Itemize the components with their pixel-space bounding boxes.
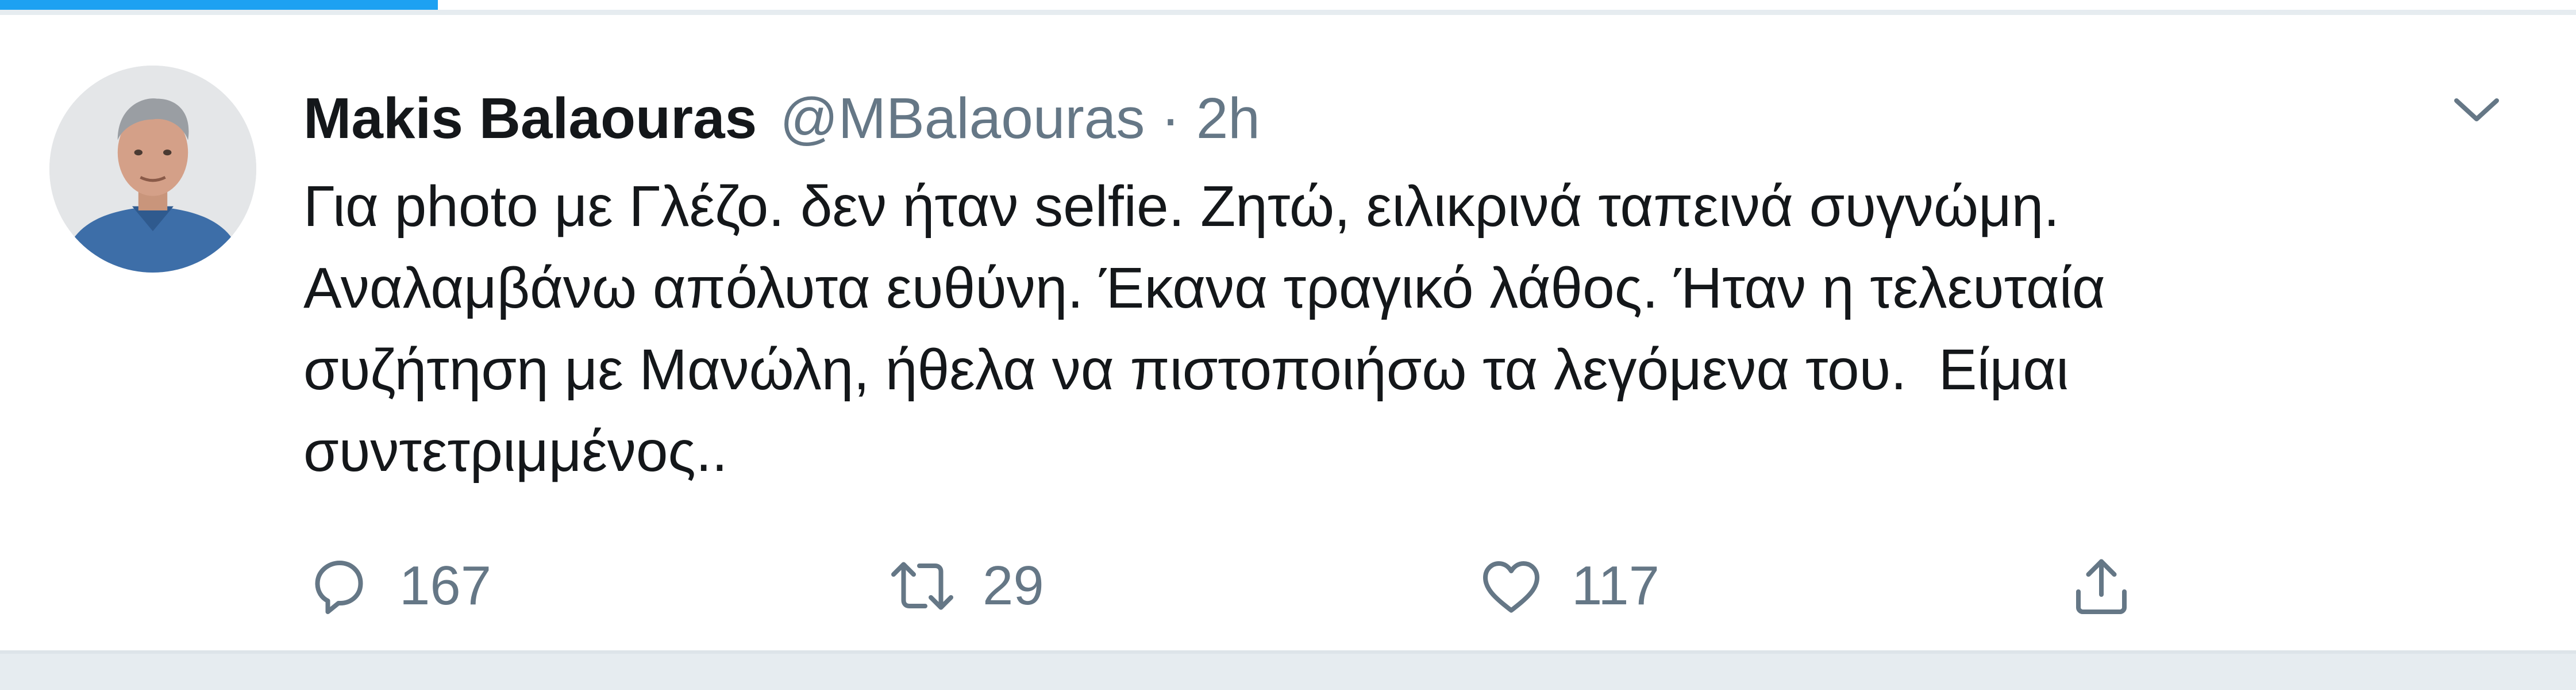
top-divider <box>0 10 2576 15</box>
tweet-menu-button[interactable] <box>2448 84 2505 136</box>
reply-button[interactable]: 167 <box>302 543 491 629</box>
tweet[interactable]: Makis Balaouras @MBalaouras · 2h Για pho… <box>0 15 2576 650</box>
tweet-timestamp[interactable]: 2h <box>1196 86 1260 152</box>
chevron-down-icon <box>2454 98 2499 121</box>
tweet-actions: 167 29 117 <box>0 543 2576 629</box>
tweet-header: Makis Balaouras @MBalaouras · 2h <box>303 72 1260 164</box>
separator-line <box>0 650 2576 654</box>
reply-count: 167 <box>399 555 492 616</box>
avatar[interactable] <box>49 66 256 273</box>
retweet-button[interactable]: 29 <box>885 543 1044 629</box>
reply-icon <box>315 561 363 614</box>
share-button[interactable] <box>2064 543 2139 629</box>
retweet-icon <box>891 562 953 610</box>
timeline-separator <box>0 650 2576 690</box>
like-count: 117 <box>1572 555 1660 616</box>
avatar-image <box>49 66 256 273</box>
tweet-text: Για photo με Γλέζο. δεν ήταν selfie. Ζητ… <box>303 174 2105 484</box>
retweet-count: 29 <box>983 555 1044 616</box>
like-button[interactable]: 117 <box>1474 543 1659 629</box>
header-separator: · <box>1161 86 1180 151</box>
author-handle[interactable]: @MBalaouras <box>780 86 1145 152</box>
author-display-name[interactable]: Makis Balaouras <box>303 86 757 152</box>
heart-icon <box>1483 561 1539 613</box>
share-icon <box>2076 559 2127 614</box>
